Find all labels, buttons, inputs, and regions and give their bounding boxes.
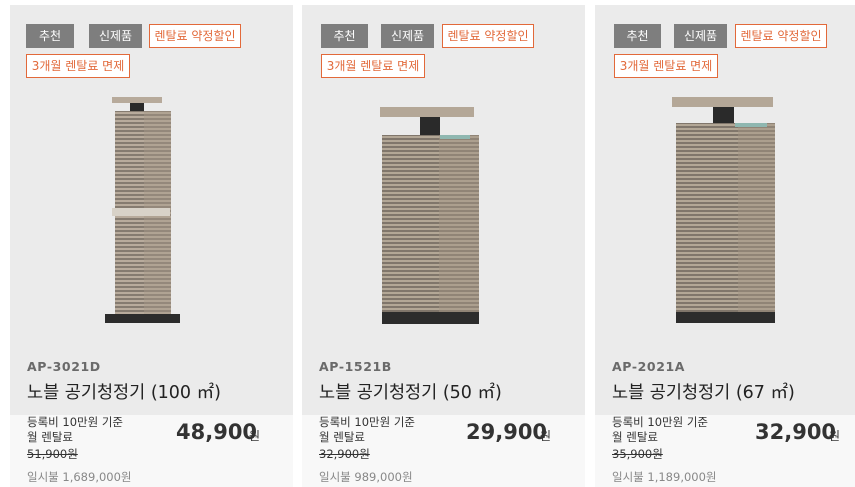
monthly-rental-label: 월 렌탈료 [612,430,658,444]
original-price: 35,900원 [612,447,663,461]
rental-price: 32,900 [755,420,837,444]
badge-3month-free: 3개월 렌탈료 면제 [26,54,130,78]
rental-price: 48,900 [176,420,258,444]
product-card-ap-2021a[interactable]: 추천 신제품 렌탈료 약정할인 3개월 렌탈료 면제 AP-2021A 노블 공… [595,0,855,487]
registration-line: 등록비 10만원 기준 [27,415,124,429]
badge-recommended: 추천 [26,24,74,48]
badge-3month-free: 3개월 렌탈료 면제 [614,54,718,78]
badge-new-product: 신제품 [89,24,142,48]
product-image[interactable] [302,90,585,340]
badge-rental-discount: 렌탈료 약정할인 [735,24,827,48]
badge-rental-discount: 렌탈료 약정할인 [442,24,534,48]
product-card-ap-1521b[interactable]: 추천 신제품 렌탈료 약정할인 3개월 렌탈료 면제 AP-1521B 노블 공… [302,0,585,487]
registration-info: 등록비 10만원 기준 월 렌탈료 [319,415,415,445]
air-purifier-box-icon [672,97,775,323]
air-purifier-box-icon [380,107,479,324]
rental-price: 29,900 [466,420,548,444]
badge-new-product: 신제품 [674,24,727,48]
badge-recommended: 추천 [614,24,661,48]
model-number: AP-1521B [319,359,392,374]
monthly-rental-label: 월 렌탈료 [27,430,73,444]
model-number: AP-2021A [612,359,686,374]
product-name[interactable]: 노블 공기청정기 (100 ㎡) [27,379,221,404]
registration-line: 등록비 10만원 기준 [319,415,416,429]
product-image[interactable] [10,90,293,340]
original-price: 51,900원 [27,447,78,461]
monthly-rental-label: 월 렌탈료 [319,430,365,444]
registration-info: 등록비 10만원 기준 월 렌탈료 [612,415,708,445]
badge-3month-free: 3개월 렌탈료 면제 [321,54,425,78]
product-image[interactable] [595,90,855,340]
product-name[interactable]: 노블 공기청정기 (67 ㎡) [612,379,795,404]
price-unit: 원 [249,429,261,443]
lump-sum-price: 일시불 989,000원 [319,470,413,484]
registration-line: 등록비 10만원 기준 [612,415,709,429]
badge-rental-discount: 렌탈료 약정할인 [149,24,241,48]
product-name[interactable]: 노블 공기청정기 (50 ㎡) [319,379,502,404]
lump-sum-price: 일시불 1,189,000원 [612,470,717,484]
badge-recommended: 추천 [321,24,368,48]
badge-new-product: 신제품 [381,24,434,48]
product-card-ap-3021d[interactable]: 추천 신제품 렌탈료 약정할인 3개월 렌탈료 면제 AP-3021D 노블 공… [10,0,293,487]
air-purifier-tower-icon [105,97,180,323]
original-price: 32,900원 [319,447,370,461]
price-unit: 원 [540,429,552,443]
price-unit: 원 [829,429,841,443]
model-number: AP-3021D [27,359,101,374]
lump-sum-price: 일시불 1,689,000원 [27,470,132,484]
registration-info: 등록비 10만원 기준 월 렌탈료 [27,415,123,445]
